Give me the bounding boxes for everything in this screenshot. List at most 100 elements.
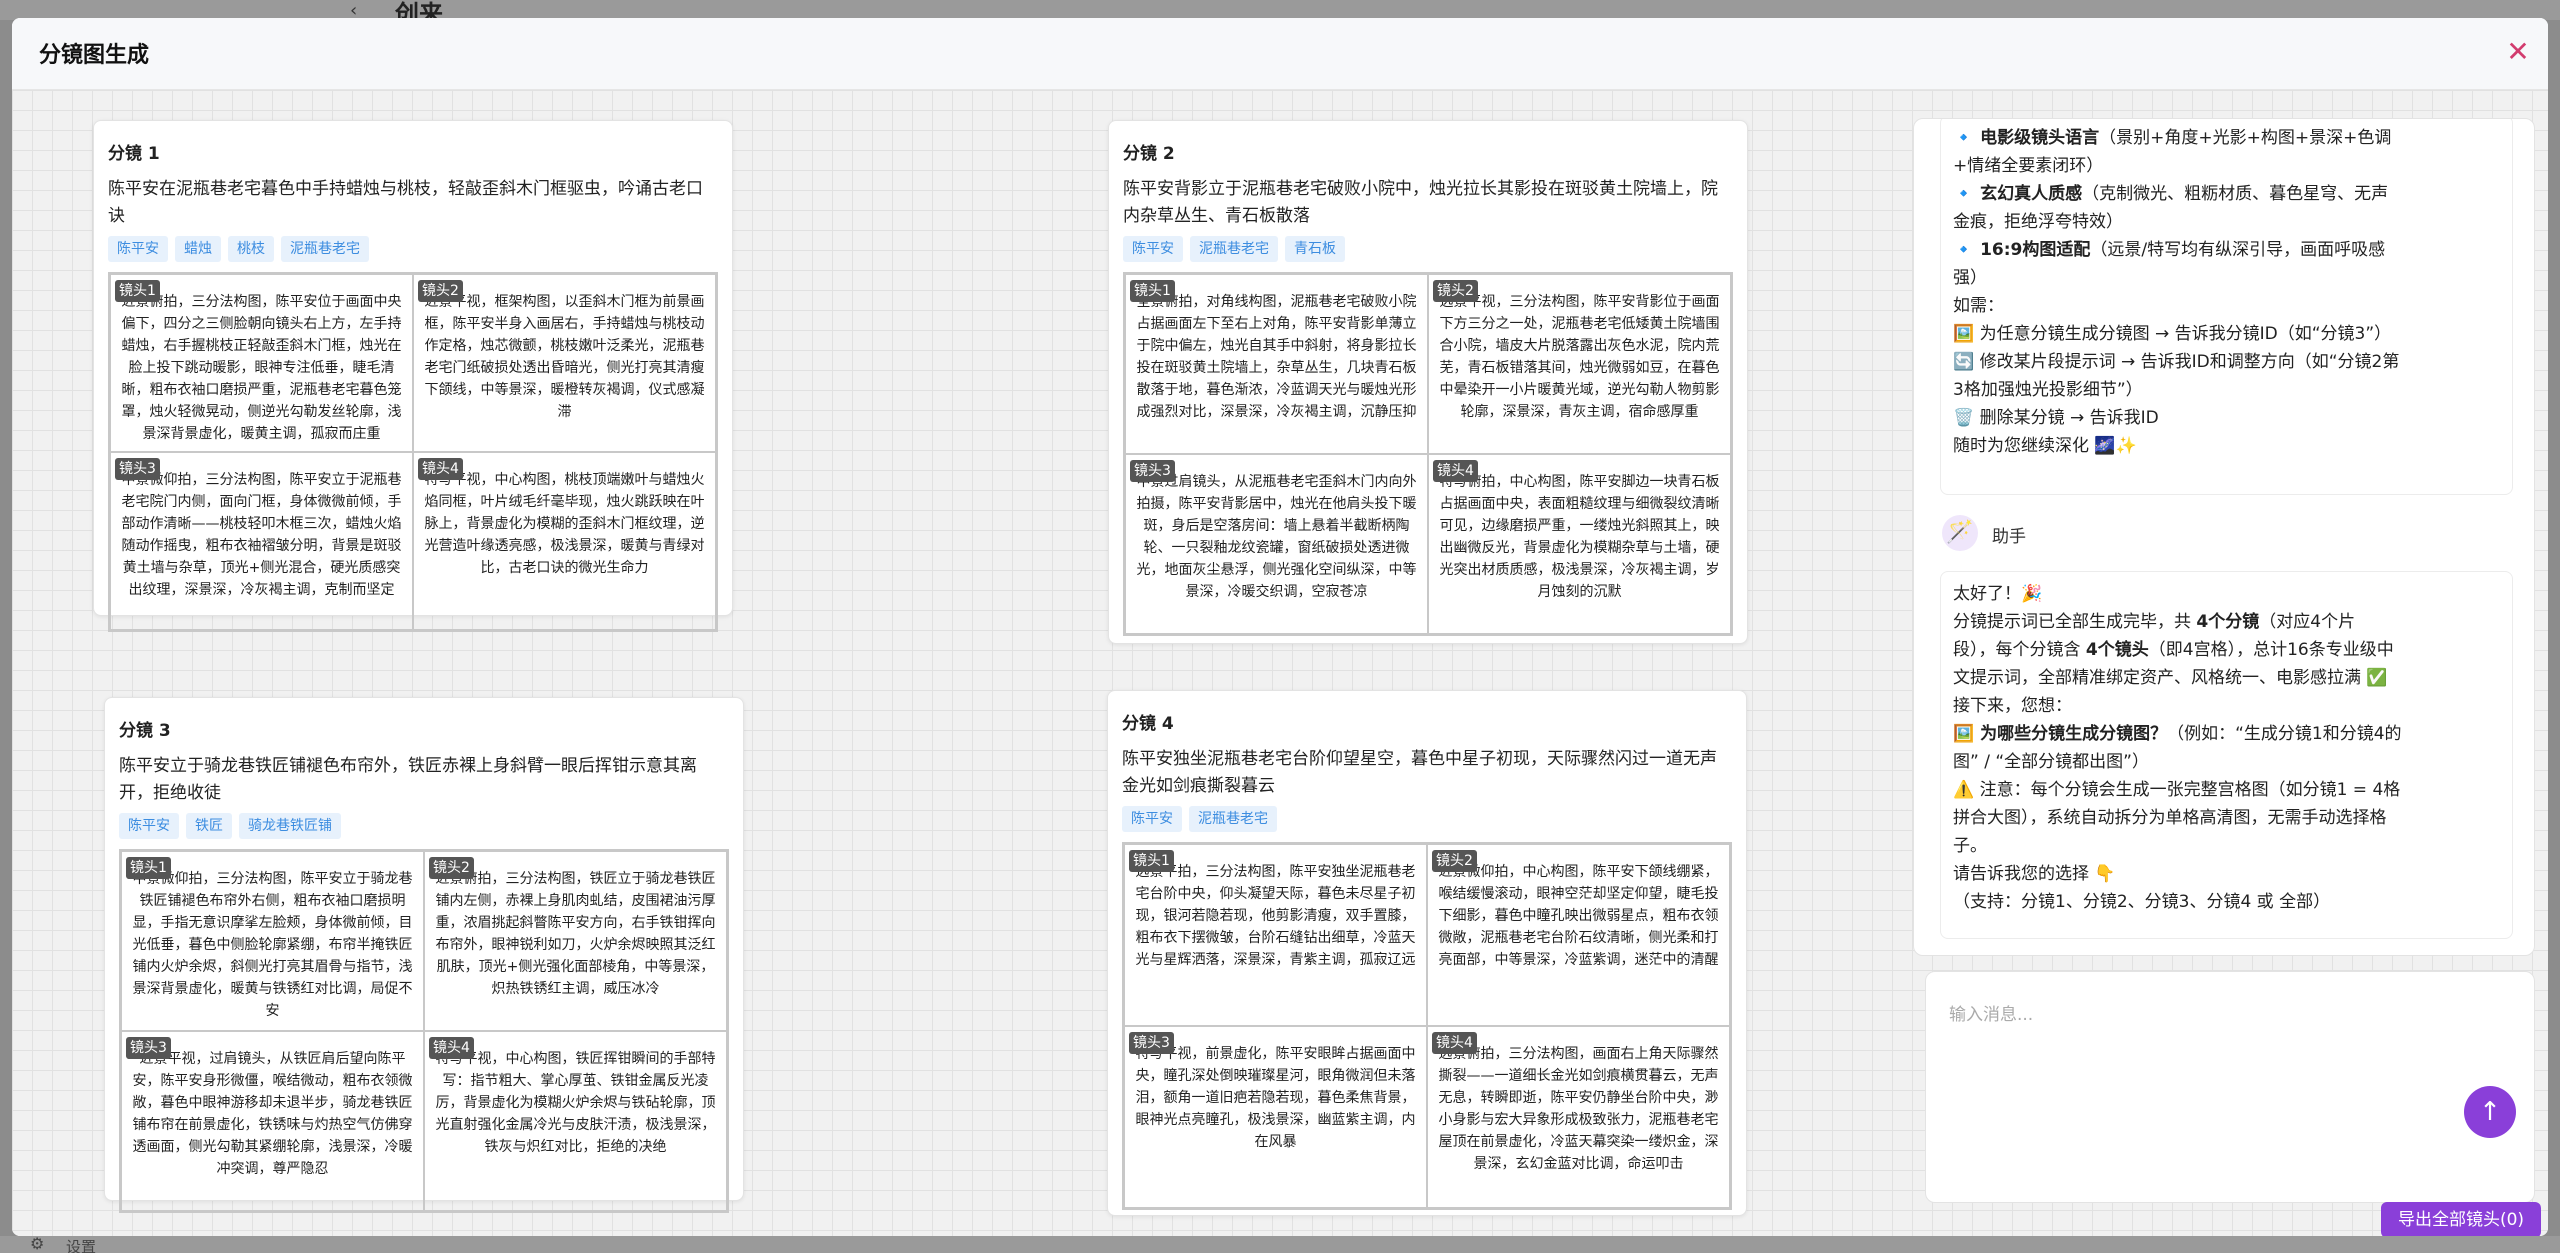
shot-prompt: 中景微仰拍，三分法构图，陈平安立于骑龙巷铁匠铺褪色布帘外右侧，粗布衣袖口磨损明显… [132, 871, 413, 1019]
storyboard-name: 分镜 3 [119, 721, 171, 741]
assistant-avatar: 🪄 [1942, 515, 1978, 551]
storyboard-card-3[interactable]: 分镜 3 陈平安立于骑龙巷铁匠铺褪色布帘外，铁匠赤裸上身斜臂一眼后挥钳示意其离开… [104, 697, 744, 1213]
asset-tag[interactable]: 陈平安 [108, 236, 168, 262]
shot-cell-2[interactable]: 镜头2 近景微仰拍，中心构图，陈平安下颌线绷紧，喉结缓慢滚动，眼神空茫却坚定仰望… [1427, 844, 1730, 1026]
message-line: 🗑️ 删除某分镜 → 告诉我ID [1953, 408, 2159, 428]
message-line: ⚠️ 注意：每个分镜会生成一张完整宫格图（如分镜1 = 4格 [1953, 780, 2401, 800]
message-line: 3格加强烛光投影细节”） [1953, 380, 2143, 400]
asset-tag[interactable]: 陈平安 [1123, 236, 1183, 262]
background-footer [0, 1236, 2560, 1253]
shot-cell-2[interactable]: 镜头2 近景俯拍，三分法构图，铁匠立于骑龙巷铁匠铺内左侧，赤裸上身肌肉虬结，皮围… [424, 851, 727, 1031]
shot-label: 镜头4 [418, 458, 463, 480]
chat-input-box[interactable]: 输入消息... ↑ [1925, 971, 2535, 1203]
shot-cell-2[interactable]: 镜头2 近景平视，框架构图，以歪斜木门框为前景画框，陈平安半身入画居右，手持蜡烛… [413, 274, 716, 452]
shot-label: 镜头2 [418, 280, 463, 302]
storyboard-modal: 分镜图生成 ✕ 分镜 1 陈平安在泥瓶巷老宅暮色中手持蜡烛与桃枝，轻敲歪斜木门框… [12, 18, 2548, 1236]
shot-grid: 镜头1 全景俯拍，对角线构图，泥瓶巷老宅破败小院占据画面左下至右上对角，陈平安背… [1123, 272, 1733, 636]
message-line: 🖼️ 为任意分镜生成分镜图 → 告诉我分镜ID（如“分镜3”） [1953, 324, 2392, 344]
message-line: 段），每个分镜含 4个镜头（即4宫格），总计16条专业级中 [1953, 640, 2394, 660]
background-settings-label: 设置 [66, 1238, 97, 1253]
shot-cell-3[interactable]: 镜头3 中景过肩镜头，从泥瓶巷老宅歪斜木门内向外拍摄，陈平安背影居中，烛光在他肩… [1125, 454, 1428, 634]
message-line: 🔹 电影级镜头语言（景别+角度+光影+构图+景深+色调 [1953, 128, 2392, 148]
asset-tag[interactable]: 青石板 [1285, 236, 1345, 262]
shot-prompt: 近景俯拍，三分法构图，陈平安位于画面中央偏下，四分之三侧脸朝向镜头右上方，左手持… [121, 294, 402, 442]
asset-tag[interactable]: 骑龙巷铁匠铺 [239, 813, 341, 839]
storyboard-description: 陈平安在泥瓶巷老宅暮色中手持蜡烛与桃枝，轻敲歪斜木门框驱虫，吟诵古老口诀 [108, 179, 703, 226]
message-line: +情绪全要素闭环） [1953, 156, 2104, 176]
shot-prompt: 近景俯拍，三分法构图，铁匠立于骑龙巷铁匠铺内左侧，赤裸上身肌肉虬结，皮围裙油污厚… [435, 871, 716, 997]
shot-cell-2[interactable]: 镜头2 远景平视，三分法构图，陈平安背影位于画面下方三分之一处，泥瓶巷老宅低矮黄… [1428, 274, 1731, 454]
message-line: 子。 [1953, 836, 1987, 856]
message-line: 拼合大图），系统自动拆分为单格高清图，无需手动选择格 [1953, 808, 2387, 828]
shot-label: 镜头1 [1129, 850, 1174, 872]
shot-label: 镜头3 [1130, 460, 1175, 482]
chat-panel[interactable]: 🔹 电影级镜头语言（景别+角度+光影+构图+景深+色调 +情绪全要素闭环） 🔹 … [1913, 118, 2535, 956]
shot-grid: 镜头1 近景俯拍，三分法构图，陈平安位于画面中央偏下，四分之三侧脸朝向镜头右上方… [108, 272, 718, 632]
shot-prompt: 远景俯拍，三分法构图，画面右上角天际骤然撕裂——一道细长金光如剑痕横贯暮云，无声… [1438, 1046, 1719, 1172]
storyboard-card-1[interactable]: 分镜 1 陈平安在泥瓶巷老宅暮色中手持蜡烛与桃枝，轻敲歪斜木门框驱虫，吟诵古老口… [93, 120, 733, 632]
shot-prompt: 远景平视，三分法构图，陈平安背影位于画面下方三分之一处，泥瓶巷老宅低矮黄土院墙围… [1439, 294, 1720, 420]
shot-cell-3[interactable]: 镜头3 近景平视，过肩镜头，从铁匠肩后望向陈平安，陈平安身形微僵，喉结微动，粗布… [121, 1031, 424, 1211]
message-line: （支持：分镜1、分镜2、分镜3、分镜4 或 全部） [1953, 892, 2331, 912]
shot-label: 镜头1 [126, 857, 171, 879]
shot-cell-3[interactable]: 镜头3 中景微仰拍，三分法构图，陈平安立于泥瓶巷老宅院门内侧，面向门框，身体微微… [110, 452, 413, 630]
shot-prompt: 全景俯拍，对角线构图，泥瓶巷老宅破败小院占据画面左下至右上对角，陈平安背影单薄立… [1136, 294, 1417, 420]
modal-header: 分镜图生成 ✕ [12, 18, 2548, 90]
export-all-shots-button[interactable]: 导出全部镜头(0) [2381, 1202, 2541, 1236]
shot-cell-4[interactable]: 镜头4 特写俯拍，中心构图，陈平安脚边一块青石板占据画面中央，表面粗糙纹理与细微… [1428, 454, 1731, 634]
shot-cell-4[interactable]: 镜头4 特写平视，中心构图，桃枝顶端嫩叶与蜡烛火焰同框，叶片绒毛纤毫毕现，烛火跳… [413, 452, 716, 630]
close-icon[interactable]: ✕ [2502, 36, 2534, 68]
shot-label: 镜头1 [1130, 280, 1175, 302]
asset-tag[interactable]: 蜡烛 [175, 236, 221, 262]
shot-prompt: 近景平视，框架构图，以歪斜木门框为前景画框，陈平安半身入画居右，手持蜡烛与桃枝动… [424, 294, 705, 420]
asset-tag[interactable]: 陈平安 [1122, 806, 1182, 832]
shot-label: 镜头2 [1432, 850, 1477, 872]
shot-cell-1[interactable]: 镜头1 近景俯拍，三分法构图，陈平安位于画面中央偏下，四分之三侧脸朝向镜头右上方… [110, 274, 413, 452]
send-icon[interactable]: ↑ [2464, 1086, 2516, 1138]
storyboard-card-2[interactable]: 分镜 2 陈平安背影立于泥瓶巷老宅破败小院中，烛光拉长其影投在斑驳黄土院墙上，院… [1108, 120, 1748, 644]
message-line: 🖼️ 为哪些分镜生成分镜图？（例如：“生成分镜1和分镜4的 [1953, 724, 2402, 744]
asset-tags: 陈平安 泥瓶巷老宅 [1122, 806, 1732, 832]
storyboard-name: 分镜 2 [1123, 144, 1175, 164]
shot-prompt: 中景微仰拍，三分法构图，陈平安立于泥瓶巷老宅院门内侧，面向门框，身体微微前倾，手… [121, 472, 402, 598]
assistant-name: 助手 [1992, 527, 2026, 547]
shot-prompt: 近景微仰拍，中心构图，陈平安下颌线绷紧，喉结缓慢滚动，眼神空茫却坚定仰望，睫毛投… [1438, 864, 1719, 968]
storyboard-card-4[interactable]: 分镜 4 陈平安独坐泥瓶巷老宅台阶仰望星空，暮色中星子初现，天际骤然闪过一道无声… [1107, 690, 1747, 1216]
message-line: 金痕，拒绝浮夸特效） [1953, 212, 2123, 232]
shot-cell-1[interactable]: 镜头1 全景俯拍，对角线构图，泥瓶巷老宅破败小院占据画面左下至右上对角，陈平安背… [1125, 274, 1428, 454]
shot-label: 镜头3 [115, 458, 160, 480]
shot-cell-3[interactable]: 镜头3 特写平视，前景虚化，陈平安眼眸占据画面中央，瞳孔深处倒映璀璨星河，眼角微… [1124, 1026, 1427, 1208]
asset-tags: 陈平安 泥瓶巷老宅 青石板 [1123, 236, 1733, 262]
assistant-message: 太好了！🎉 分镜提示词已全部生成完毕，共 4个分镜（对应4个片 段），每个分镜含… [1940, 571, 2513, 939]
shot-prompt: 特写俯拍，中心构图，陈平安脚边一块青石板占据画面中央，表面粗糙纹理与细微裂纹清晰… [1439, 474, 1720, 600]
shot-label: 镜头4 [1432, 1032, 1477, 1054]
shot-label: 镜头2 [1433, 280, 1478, 302]
message-input[interactable]: 输入消息... [1949, 1000, 2033, 1025]
asset-tags: 陈平安 蜡烛 桃枝 泥瓶巷老宅 [108, 236, 718, 262]
storyboard-name: 分镜 4 [1122, 714, 1174, 734]
shot-label: 镜头4 [429, 1037, 474, 1059]
asset-tag[interactable]: 陈平安 [119, 813, 179, 839]
shot-label: 镜头2 [429, 857, 474, 879]
asset-tags: 陈平安 铁匠 骑龙巷铁匠铺 [119, 813, 729, 839]
shot-prompt: 近景平视，过肩镜头，从铁匠肩后望向陈平安，陈平安身形微僵，喉结微动，粗布衣领微敞… [132, 1051, 413, 1177]
shot-label: 镜头3 [1129, 1032, 1174, 1054]
assistant-message: 🔹 电影级镜头语言（景别+角度+光影+构图+景深+色调 +情绪全要素闭环） 🔹 … [1940, 119, 2513, 495]
storyboard-description: 陈平安立于骑龙巷铁匠铺褪色布帘外，铁匠赤裸上身斜臂一眼后挥钳示意其离开，拒绝收徒 [119, 756, 697, 803]
asset-tag[interactable]: 桃枝 [228, 236, 274, 262]
message-line: 🔹 16:9构图适配（远景/特写均有纵深引导，画面呼吸感 [1953, 240, 2386, 260]
asset-tag[interactable]: 泥瓶巷老宅 [1190, 236, 1278, 262]
asset-tag[interactable]: 泥瓶巷老宅 [1189, 806, 1277, 832]
asset-tag[interactable]: 铁匠 [186, 813, 232, 839]
shot-cell-4[interactable]: 镜头4 特写平视，中心构图，铁匠挥钳瞬间的手部特写：指节粗大、掌心厚茧、铁钳金属… [424, 1031, 727, 1211]
shot-cell-1[interactable]: 镜头1 中景微仰拍，三分法构图，陈平安立于骑龙巷铁匠铺褪色布帘外右侧，粗布衣袖口… [121, 851, 424, 1031]
shot-cell-4[interactable]: 镜头4 远景俯拍，三分法构图，画面右上角天际骤然撕裂——一道细长金光如剑痕横贯暮… [1427, 1026, 1730, 1208]
storyboard-name: 分镜 1 [108, 144, 160, 164]
shot-prompt: 远景平拍，三分法构图，陈平安独坐泥瓶巷老宅台阶中央，仰头凝望天际，暮色未尽星子初… [1135, 864, 1416, 968]
asset-tag[interactable]: 泥瓶巷老宅 [281, 236, 369, 262]
shot-cell-1[interactable]: 镜头1 远景平拍，三分法构图，陈平安独坐泥瓶巷老宅台阶中央，仰头凝望天际，暮色未… [1124, 844, 1427, 1026]
shot-prompt: 特写平视，中心构图，桃枝顶端嫩叶与蜡烛火焰同框，叶片绒毛纤毫毕现，烛火跳跃映在叶… [424, 472, 705, 576]
shot-prompt: 中景过肩镜头，从泥瓶巷老宅歪斜木门内向外拍摄，陈平安背影居中，烛光在他肩头投下暖… [1136, 474, 1417, 600]
shot-prompt: 特写平视，中心构图，铁匠挥钳瞬间的手部特写：指节粗大、掌心厚茧、铁钳金属反光凌厉… [435, 1051, 716, 1155]
message-line: 太好了！🎉 [1953, 584, 2043, 604]
